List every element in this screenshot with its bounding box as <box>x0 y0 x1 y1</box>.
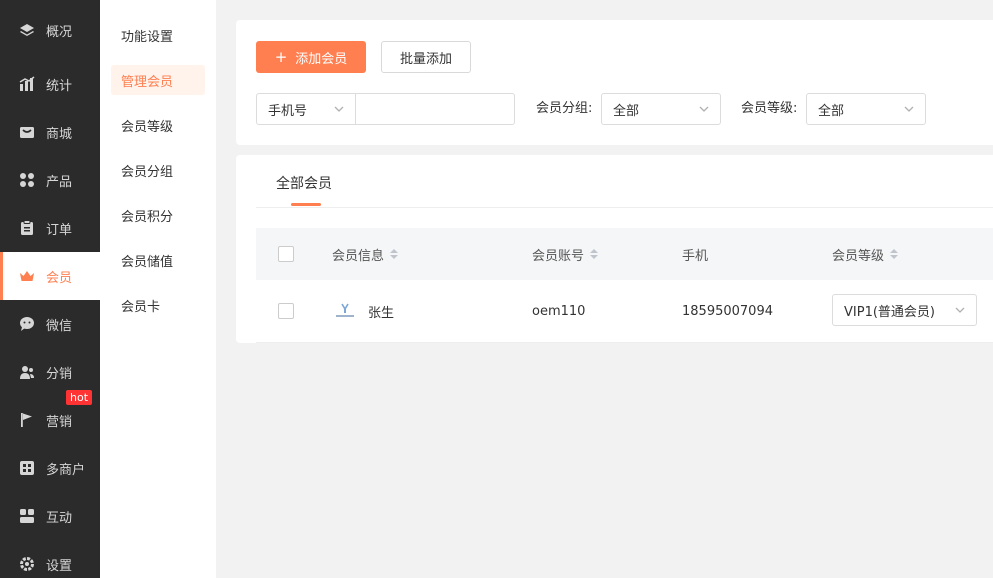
nav-item-label: 概况 <box>46 24 73 40</box>
phone-search-input[interactable] <box>355 93 515 125</box>
store-icon <box>18 123 36 141</box>
nav-item-label: 产品 <box>46 174 73 190</box>
header-member-account[interactable]: 会员账号 <box>532 228 599 280</box>
member-info-cell: 张生 <box>332 280 394 342</box>
clipboard-icon <box>18 219 36 237</box>
nav-item-distribution[interactable]: 分销 <box>0 348 100 396</box>
subnav-item-member-groups[interactable]: 会员分组 <box>111 155 205 185</box>
sub-nav: 功能设置 管理会员 会员等级 会员分组 会员积分 会员储值 会员卡 <box>100 0 216 578</box>
nav-item-label: 微信 <box>46 318 73 334</box>
nav-item-marketing[interactable]: 营销 hot <box>0 390 100 444</box>
member-list-card: 全部会员 会员信息 会员账号 手机 会员等级 张生 oem110 1859500… <box>236 155 993 343</box>
level-filter-value: 全部 <box>818 103 845 119</box>
level-filter-label: 会员等级: <box>741 101 798 116</box>
batch-add-button[interactable]: 批量添加 <box>381 41 471 73</box>
nav-item-overview[interactable]: 概况 <box>0 0 100 60</box>
nav-item-wechat[interactable]: 微信 <box>0 300 100 348</box>
phone-type-value: 手机号 <box>268 103 308 119</box>
subnav-item-function-settings[interactable]: 功能设置 <box>111 20 205 50</box>
subnav-item-member-card[interactable]: 会员卡 <box>111 290 205 320</box>
header-label: 手机 <box>682 248 709 264</box>
select-all-cell <box>278 228 294 280</box>
level-filter-select[interactable]: 全部 <box>806 93 926 125</box>
group-filter-label: 会员分组: <box>536 101 593 116</box>
users-icon <box>18 363 36 381</box>
header-phone: 手机 <box>682 228 708 280</box>
header-member-info[interactable]: 会员信息 <box>332 228 399 280</box>
tab-all-members[interactable]: 全部会员 <box>276 173 332 193</box>
nav-item-label: 统计 <box>46 78 73 94</box>
layers-icon <box>18 21 36 39</box>
group-filter-select[interactable]: 全部 <box>601 93 721 125</box>
nav-item-label: 订单 <box>46 222 73 238</box>
member-name[interactable]: 张生 <box>368 302 394 321</box>
sort-icon <box>390 249 399 259</box>
nav-item-label: 互动 <box>46 510 73 526</box>
group-filter-value: 全部 <box>613 103 640 119</box>
nav-item-statistics[interactable]: 统计 <box>0 60 100 108</box>
merchant-icon <box>18 459 36 477</box>
subnav-item-member-points[interactable]: 会员积分 <box>111 200 205 230</box>
hot-badge: hot <box>66 390 93 405</box>
grid-icon <box>18 171 36 189</box>
nav-item-label: 商城 <box>46 126 73 142</box>
main-nav: 概况 统计 商城 产品 订单 会员 微信 分销 营销 hot 多商户 互动 设置 <box>0 0 100 578</box>
nav-item-label: 营销 <box>46 414 73 430</box>
table-header: 会员信息 会员账号 手机 会员等级 <box>256 228 993 280</box>
nav-item-multi-merchant[interactable]: 多商户 <box>0 444 100 492</box>
row-checkbox[interactable] <box>278 303 294 319</box>
member-level-select[interactable]: VIP1(普通会员) <box>832 294 977 326</box>
nav-item-orders[interactable]: 订单 <box>0 204 100 252</box>
member-level-value: VIP1(普通会员) <box>844 304 935 320</box>
subnav-item-manage-members[interactable]: 管理会员 <box>111 65 205 95</box>
header-label: 会员等级 <box>832 248 885 264</box>
member-phone-cell: 18595007094 <box>682 303 773 319</box>
nav-item-label: 会员 <box>46 270 73 286</box>
nav-item-settings[interactable]: 设置 <box>0 540 100 578</box>
filter-card: + 添加会员 批量添加 手机号 会员分组: 全部 会员等级: 全部 <box>236 20 993 145</box>
chat-icon <box>18 315 36 333</box>
gear-icon <box>18 555 36 573</box>
select-all-checkbox[interactable] <box>278 246 294 262</box>
nav-item-label: 设置 <box>46 558 73 574</box>
header-label: 会员账号 <box>532 248 585 264</box>
table-row: 张生 oem110 18595007094 VIP1(普通会员) <box>256 280 993 343</box>
crown-icon <box>18 267 36 285</box>
flag-icon <box>18 411 36 429</box>
header-label: 会员信息 <box>332 248 385 264</box>
nav-item-interaction[interactable]: 互动 <box>0 492 100 540</box>
member-account-cell: oem110 <box>532 303 586 319</box>
chevron-down-icon <box>333 103 345 119</box>
tab-active-indicator <box>291 203 321 206</box>
subnav-item-member-balance[interactable]: 会员储值 <box>111 245 205 275</box>
nav-item-label: 多商户 <box>46 462 86 478</box>
nav-item-label: 分销 <box>46 366 73 382</box>
subnav-item-member-levels[interactable]: 会员等级 <box>111 110 205 140</box>
row-select-cell <box>278 280 294 342</box>
sort-icon <box>590 249 599 259</box>
chart-icon <box>18 75 36 93</box>
nav-item-members[interactable]: 会员 <box>0 252 100 300</box>
sort-icon <box>890 249 899 259</box>
plus-icon: + <box>274 48 288 66</box>
header-member-level[interactable]: 会员等级 <box>832 228 899 280</box>
interact-icon <box>18 507 36 525</box>
chevron-down-icon <box>954 304 966 320</box>
phone-type-select[interactable]: 手机号 <box>256 93 356 125</box>
chevron-down-icon <box>698 103 710 119</box>
add-member-label: 添加会员 <box>295 51 348 67</box>
add-member-button[interactable]: + 添加会员 <box>256 41 366 73</box>
tab-bar: 全部会员 <box>256 155 993 208</box>
nav-item-products[interactable]: 产品 <box>0 156 100 204</box>
chevron-down-icon <box>903 103 915 119</box>
nav-item-store[interactable]: 商城 <box>0 108 100 156</box>
avatar <box>332 301 358 321</box>
